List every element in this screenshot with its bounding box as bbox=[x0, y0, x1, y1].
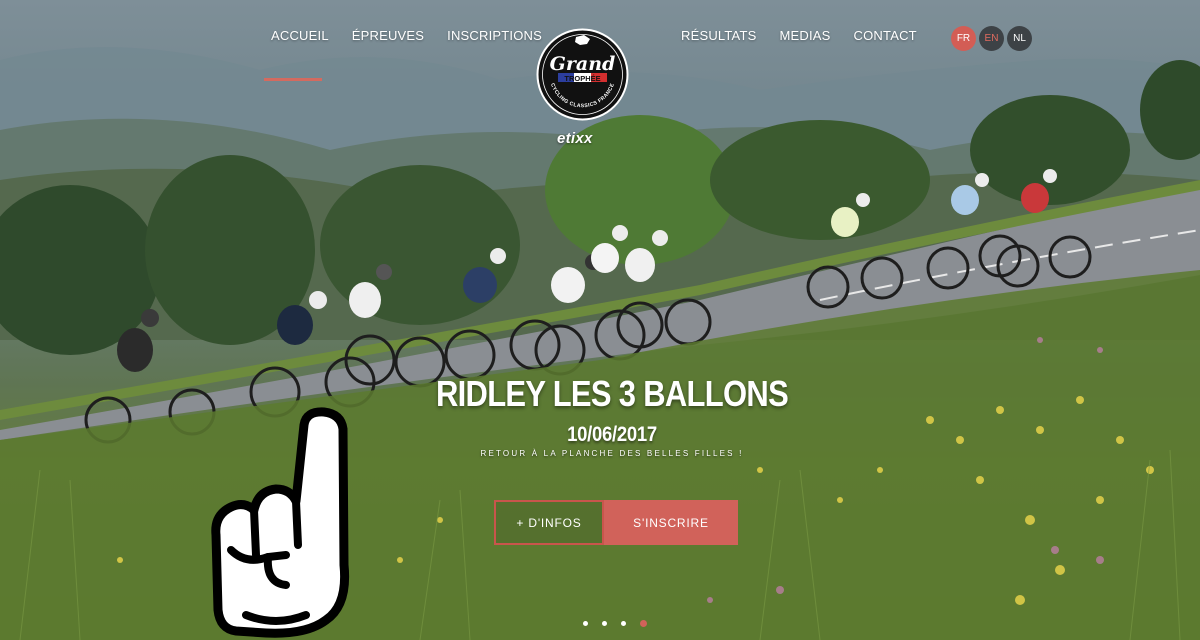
carousel-dot-active[interactable] bbox=[640, 620, 647, 627]
etixx-sponsor-logo: etixx bbox=[557, 130, 593, 147]
main-nav-right: RÉSULTATS MEDIAS CONTACT bbox=[681, 28, 917, 43]
carousel-indicators bbox=[583, 620, 647, 627]
lang-en[interactable]: EN bbox=[979, 26, 1004, 51]
pointing-hand-icon bbox=[211, 407, 350, 638]
carousel-dot[interactable] bbox=[621, 621, 626, 626]
main-nav-left: ACCUEIL ÉPREUVES INSCRIPTIONS bbox=[271, 28, 542, 43]
nav-inscriptions[interactable]: INSCRIPTIONS bbox=[447, 28, 542, 43]
lang-nl[interactable]: NL bbox=[1007, 26, 1032, 51]
language-switcher: FR EN NL bbox=[951, 26, 1032, 51]
nav-accueil[interactable]: ACCUEIL bbox=[271, 28, 329, 43]
carousel-dot[interactable] bbox=[602, 621, 607, 626]
active-nav-indicator bbox=[264, 78, 322, 81]
signup-button[interactable]: S'INSCRIRE bbox=[604, 500, 738, 545]
grand-trophee-logo[interactable]: Grand TROPHÉE CYCLING CLASSICS FRANCE bbox=[536, 28, 629, 121]
nav-contact[interactable]: CONTACT bbox=[854, 28, 917, 43]
slide-subtitle: RETOUR À LA PLANCHE DES BELLES FILLES ! bbox=[480, 449, 744, 458]
nav-medias[interactable]: MEDIAS bbox=[779, 28, 830, 43]
nav-resultats[interactable]: RÉSULTATS bbox=[681, 28, 756, 43]
logo-trophee-text: TROPHÉE bbox=[564, 74, 600, 83]
lang-fr[interactable]: FR bbox=[951, 26, 976, 51]
nav-epreuves[interactable]: ÉPREUVES bbox=[352, 28, 424, 43]
more-info-button[interactable]: + D'INFOS bbox=[494, 500, 604, 545]
logo-grand-text: Grand bbox=[550, 53, 616, 75]
carousel-dot[interactable] bbox=[583, 621, 588, 626]
